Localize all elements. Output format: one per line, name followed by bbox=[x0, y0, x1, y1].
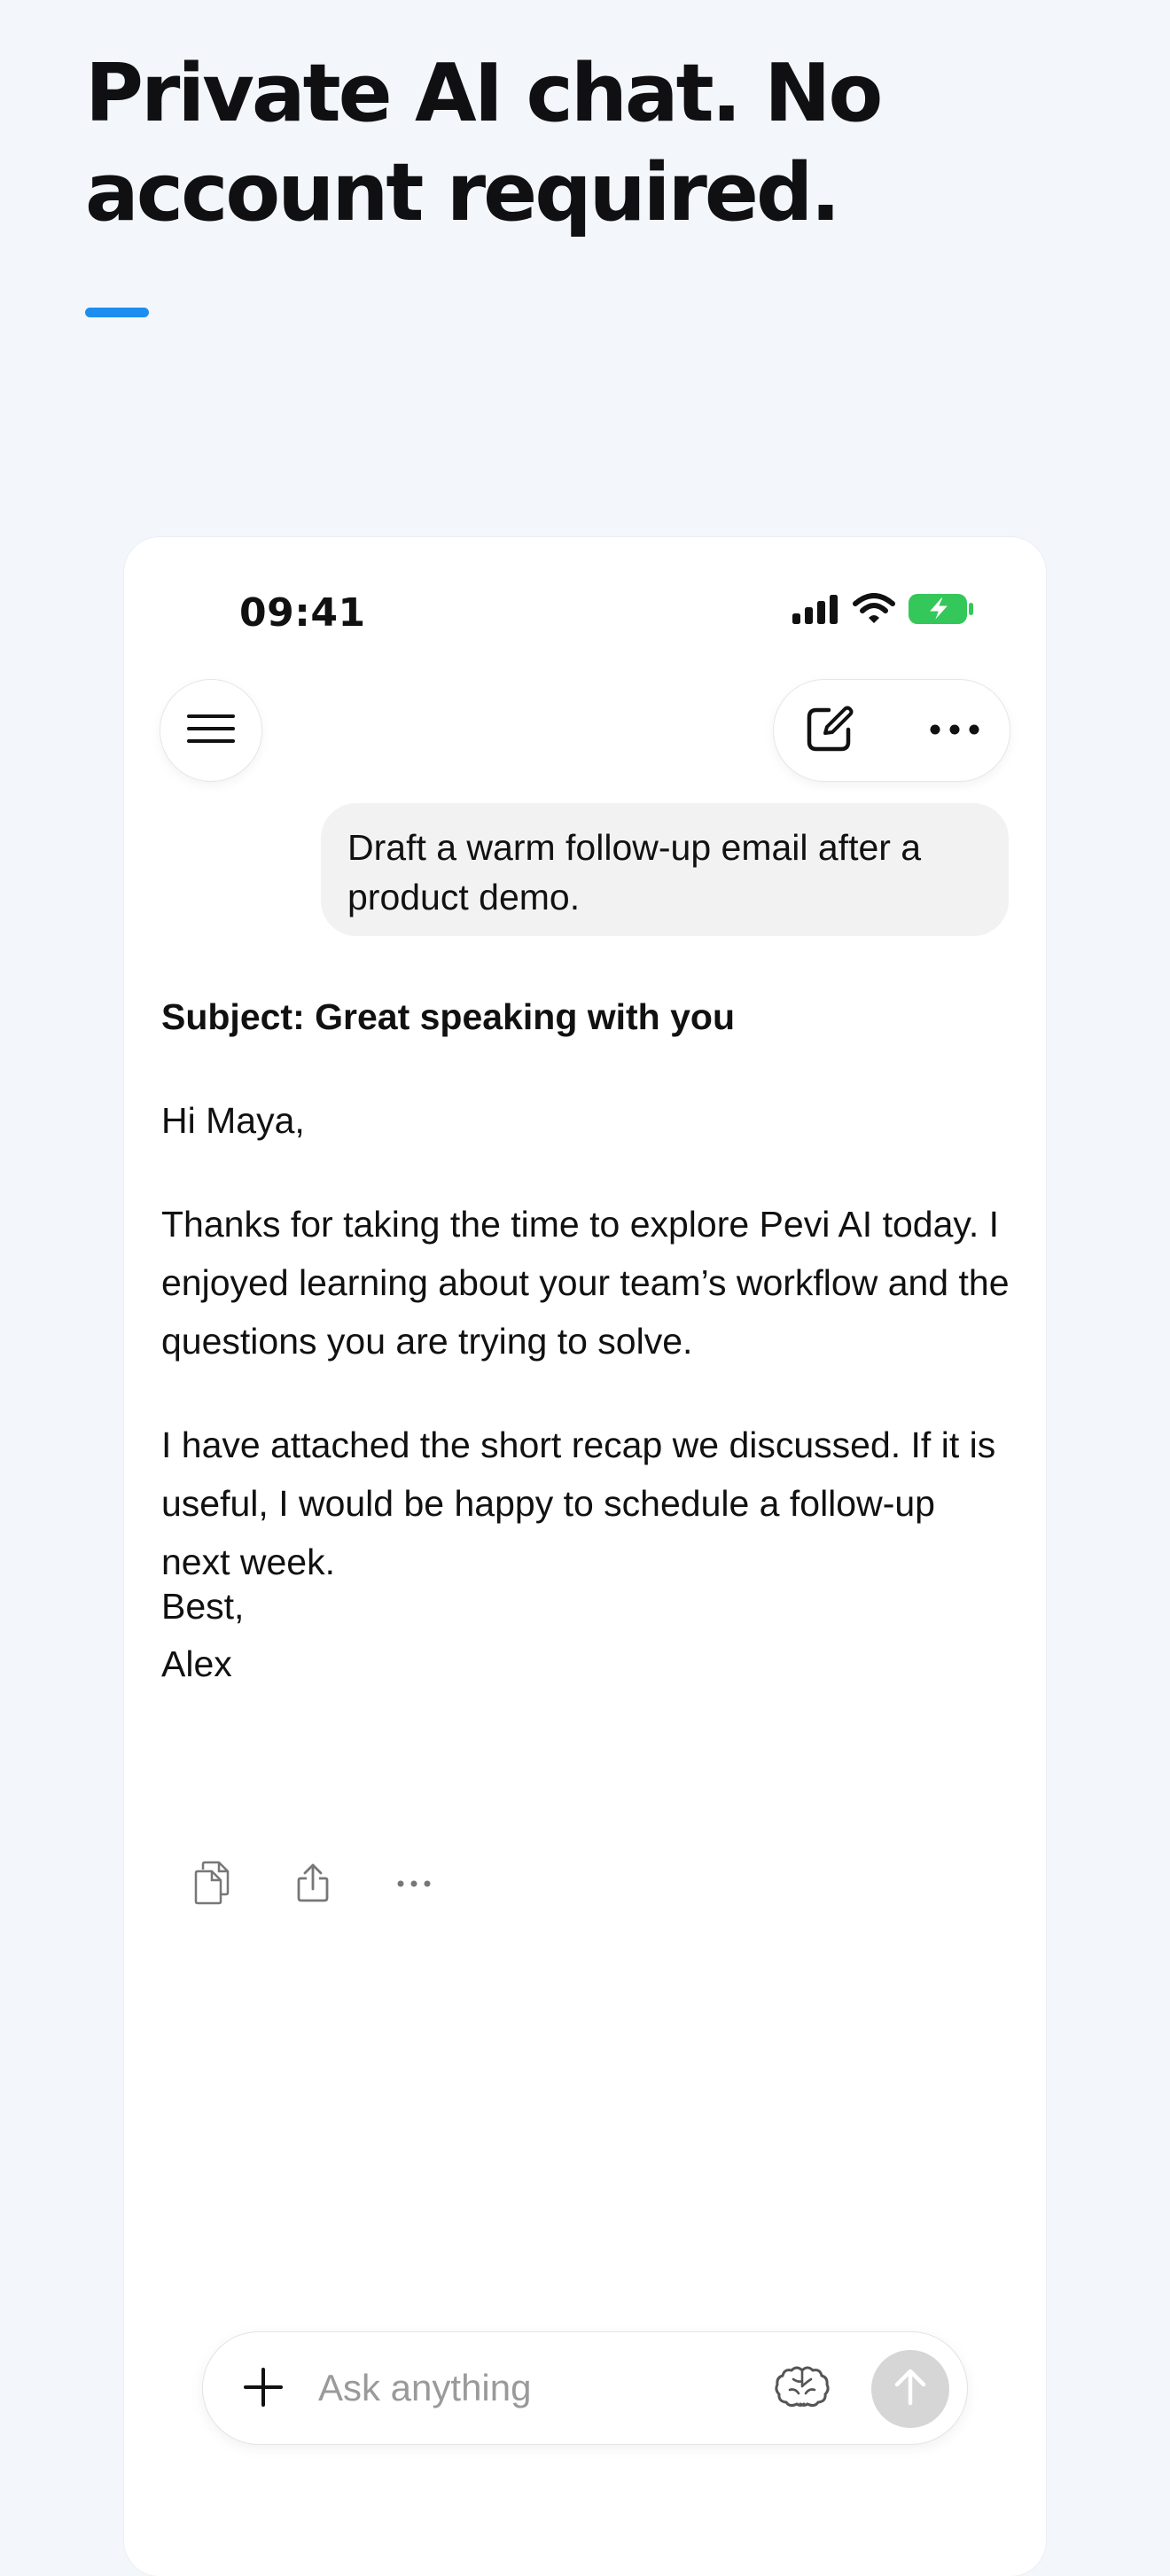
top-actions-group bbox=[773, 679, 1010, 782]
ask-input[interactable] bbox=[318, 2359, 761, 2417]
status-icons bbox=[791, 592, 975, 630]
phone-frame: 09:41 Draft a warm follow-up email after… bbox=[124, 537, 1046, 2576]
reply-paragraph-2: I have attached the short recap we discu… bbox=[161, 1425, 996, 1582]
reasoning-button[interactable] bbox=[770, 2359, 834, 2417]
ellipsis-icon bbox=[396, 1877, 432, 1893]
reply-paragraph-1: Thanks for taking the time to explore Pe… bbox=[161, 1204, 1010, 1362]
reply-subject: Subject: Great speaking with you bbox=[161, 996, 736, 1037]
more-options-button[interactable] bbox=[923, 703, 987, 760]
accent-bar bbox=[85, 308, 149, 317]
share-button[interactable] bbox=[262, 1849, 363, 1920]
send-button[interactable] bbox=[871, 2350, 949, 2428]
send-arrow-icon bbox=[893, 2368, 928, 2411]
share-icon bbox=[295, 1862, 331, 1908]
cellular-signal-icon bbox=[791, 594, 840, 628]
reply-signoff: Best, bbox=[161, 1586, 245, 1627]
wifi-icon bbox=[853, 593, 895, 629]
plus-icon bbox=[242, 2366, 285, 2413]
reply-greeting: Hi Maya, bbox=[161, 1100, 305, 1141]
copy-button[interactable] bbox=[161, 1849, 262, 1920]
hero-headline: Private AI chat. No account required. bbox=[85, 47, 883, 239]
compose-icon bbox=[802, 703, 855, 761]
attach-button[interactable] bbox=[235, 2361, 292, 2417]
reply-more-button[interactable] bbox=[363, 1849, 464, 1920]
menu-button[interactable] bbox=[160, 679, 262, 782]
new-chat-button[interactable] bbox=[800, 703, 857, 760]
composer-bar bbox=[202, 2331, 968, 2445]
reply-signature: Alex bbox=[161, 1643, 232, 1684]
ellipsis-icon bbox=[928, 723, 981, 740]
copy-icon bbox=[192, 1861, 231, 1909]
hamburger-icon bbox=[185, 712, 237, 750]
battery-charging-icon bbox=[908, 592, 975, 630]
brain-icon bbox=[774, 2363, 831, 2414]
reply-actions bbox=[161, 1849, 464, 1920]
user-message-bubble: Draft a warm follow-up email after a pro… bbox=[321, 803, 1009, 936]
status-time: 09:41 bbox=[239, 590, 366, 636]
